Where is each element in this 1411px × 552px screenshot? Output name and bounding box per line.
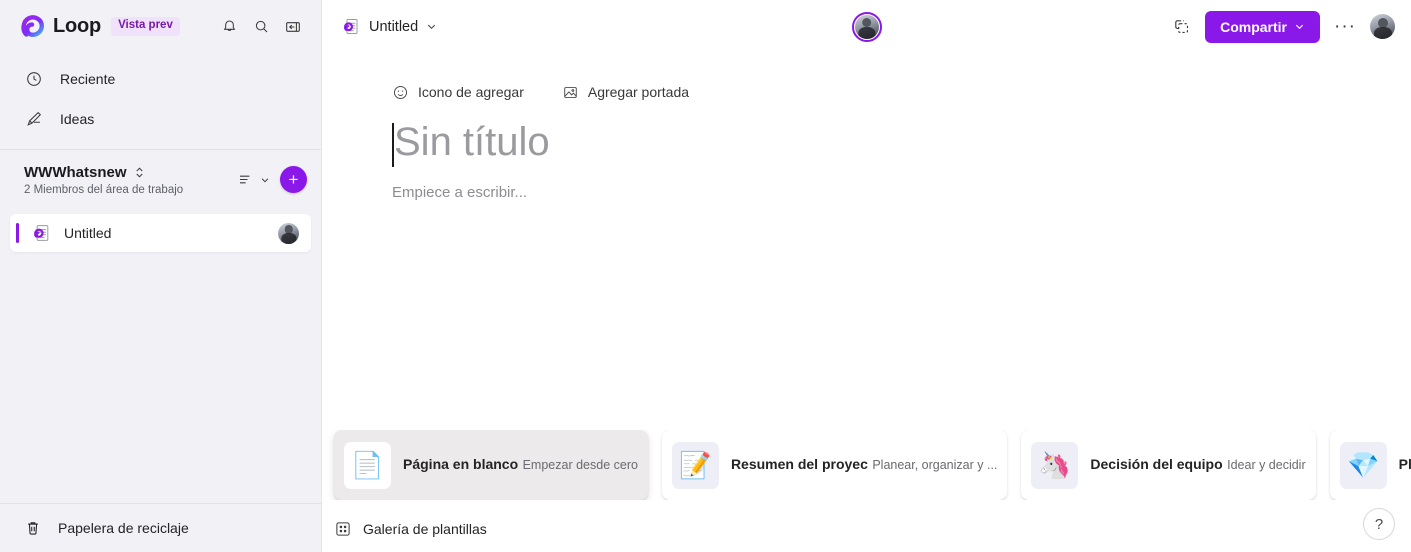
sidebar-header: Loop Vista prev bbox=[0, 0, 321, 53]
loop-page-icon bbox=[32, 223, 52, 243]
preview-badge: Vista prev bbox=[111, 17, 180, 36]
document-title-placeholder: Sin título bbox=[394, 120, 550, 164]
more-options-button[interactable]: ··· bbox=[1330, 17, 1360, 36]
template-card[interactable]: 🦄 Decisión del equipo Idear y decidir bbox=[1021, 430, 1316, 500]
template-gallery-label: Galería de plantillas bbox=[363, 521, 487, 537]
document-title-chip[interactable]: Untitled bbox=[336, 13, 443, 40]
presence-indicator[interactable] bbox=[851, 11, 882, 42]
image-icon bbox=[562, 84, 579, 101]
sidebar: Loop Vista prev Reciente Ideas WWWhatsne… bbox=[0, 0, 322, 552]
add-page-button[interactable]: + bbox=[280, 166, 307, 193]
notifications-icon[interactable] bbox=[215, 13, 243, 41]
trash-icon bbox=[24, 519, 42, 537]
template-card-texts: Planificación de pro Agregar para compr.… bbox=[1399, 456, 1411, 474]
loop-page-icon bbox=[342, 17, 361, 36]
main-area: Untitled Compartir ··· Icono de agregar … bbox=[322, 0, 1411, 552]
workspace-info: WWWhatsnew 2 Miembros del área de trabaj… bbox=[24, 164, 183, 196]
share-button[interactable]: Compartir bbox=[1205, 10, 1321, 43]
sidebar-item-ideas[interactable]: Ideas bbox=[0, 99, 321, 139]
sidebar-header-actions bbox=[215, 13, 307, 41]
sidebar-item-recycle-bin[interactable]: Papelera de reciclaje bbox=[0, 504, 321, 552]
presence-avatar[interactable] bbox=[851, 11, 882, 42]
unicorn-icon: 🦄 bbox=[1031, 441, 1079, 489]
document-actions: Icono de agregar Agregar portada bbox=[392, 79, 1411, 105]
selected-accent-bar bbox=[16, 223, 19, 243]
avatar[interactable] bbox=[1370, 14, 1395, 39]
template-card[interactable]: 💎 Planificación de pro Agregar para comp… bbox=[1329, 430, 1411, 500]
text-caret bbox=[392, 123, 394, 167]
sidebar-item-label: Ideas bbox=[60, 111, 95, 127]
topbar: Untitled Compartir ··· bbox=[322, 0, 1411, 53]
pen-idea-icon bbox=[24, 109, 44, 129]
chevron-updown-icon bbox=[134, 166, 145, 179]
grid-gallery-icon bbox=[334, 520, 352, 538]
template-card-texts: Decisión del equipo Idear y decidir bbox=[1090, 456, 1305, 474]
template-card[interactable]: 📝 Resumen del proyec Planear, organizar … bbox=[661, 430, 1008, 500]
chevron-down-icon bbox=[426, 21, 437, 32]
brand-name: Loop bbox=[53, 15, 102, 37]
sidebar-nav: Reciente Ideas bbox=[0, 53, 321, 149]
document-title: Untitled bbox=[369, 18, 419, 35]
template-card-desc: Idear y decidir bbox=[1227, 458, 1306, 472]
sidebar-item-reciente[interactable]: Reciente bbox=[0, 59, 321, 99]
help-button[interactable]: ? bbox=[1363, 508, 1395, 540]
page-list-item-untitled[interactable]: Untitled bbox=[10, 214, 311, 252]
collapse-sidebar-icon[interactable] bbox=[279, 13, 307, 41]
sort-lines-icon[interactable] bbox=[238, 172, 270, 187]
add-cover-label: Agregar portada bbox=[587, 84, 690, 100]
template-card-texts: Resumen del proyec Planear, organizar y … bbox=[731, 456, 997, 474]
template-card[interactable]: 📄 Página en blanco Empezar desde cero bbox=[334, 430, 648, 500]
avatar bbox=[278, 222, 299, 244]
clock-icon bbox=[24, 69, 44, 89]
loop-logo-icon bbox=[20, 14, 45, 39]
template-card-desc: Planear, organizar y ... bbox=[872, 458, 998, 472]
add-icon-label: Icono de agregar bbox=[418, 84, 524, 100]
gem-icon: 💎 bbox=[1339, 441, 1387, 489]
app-root: Loop Vista prev Reciente Ideas WWWhatsne… bbox=[0, 0, 1411, 552]
smiley-icon bbox=[392, 84, 409, 101]
workspace-header: WWWhatsnew 2 Miembros del área de trabaj… bbox=[0, 150, 321, 206]
chevron-down-icon bbox=[1295, 24, 1304, 30]
topbar-actions: Compartir ··· bbox=[1167, 10, 1395, 43]
template-strip: 📄 Página en blanco Empezar desde cero 📝 … bbox=[322, 430, 1411, 500]
copy-link-icon[interactable] bbox=[1167, 13, 1195, 41]
template-card-title: Resumen del proyec bbox=[730, 456, 868, 472]
template-gallery-button[interactable]: Galería de plantillas bbox=[334, 520, 487, 538]
document-body-placeholder[interactable]: Empiece a escribir... bbox=[392, 184, 1411, 201]
page-list-item-label: Untitled bbox=[64, 225, 112, 241]
search-icon[interactable] bbox=[247, 13, 275, 41]
document-canvas: Icono de agregar Agregar portada Sin tít… bbox=[322, 53, 1411, 201]
blank-page-icon: 📄 bbox=[344, 441, 391, 489]
document-title-input[interactable]: Sin título bbox=[392, 119, 1411, 167]
workspace-members: 2 Miembros del área de trabajo bbox=[24, 184, 184, 196]
workspace-actions: + bbox=[238, 164, 307, 193]
workspace-title: WWWhatsnew bbox=[24, 164, 127, 181]
template-card-texts: Página en blanco Empezar desde cero bbox=[403, 456, 638, 474]
project-summary-icon: 📝 bbox=[671, 441, 719, 489]
workspace-switcher[interactable]: WWWhatsnew bbox=[24, 164, 183, 181]
template-card-title: Decisión del equipo bbox=[1090, 456, 1223, 472]
sidebar-item-label: Reciente bbox=[60, 71, 116, 87]
template-card-title: Página en blanco bbox=[403, 456, 519, 472]
add-cover-button[interactable]: Agregar portada bbox=[562, 84, 689, 101]
avatar bbox=[854, 14, 879, 39]
template-card-title: Planificación de pro bbox=[1398, 456, 1411, 472]
template-card-desc: Empezar desde cero bbox=[522, 458, 638, 472]
page-list: Untitled bbox=[0, 206, 321, 252]
add-icon-button[interactable]: Icono de agregar bbox=[392, 84, 524, 101]
share-button-label: Compartir bbox=[1220, 18, 1288, 35]
sidebar-footer: Papelera de reciclaje bbox=[0, 503, 321, 552]
sidebar-footer-label: Papelera de reciclaje bbox=[58, 520, 189, 536]
